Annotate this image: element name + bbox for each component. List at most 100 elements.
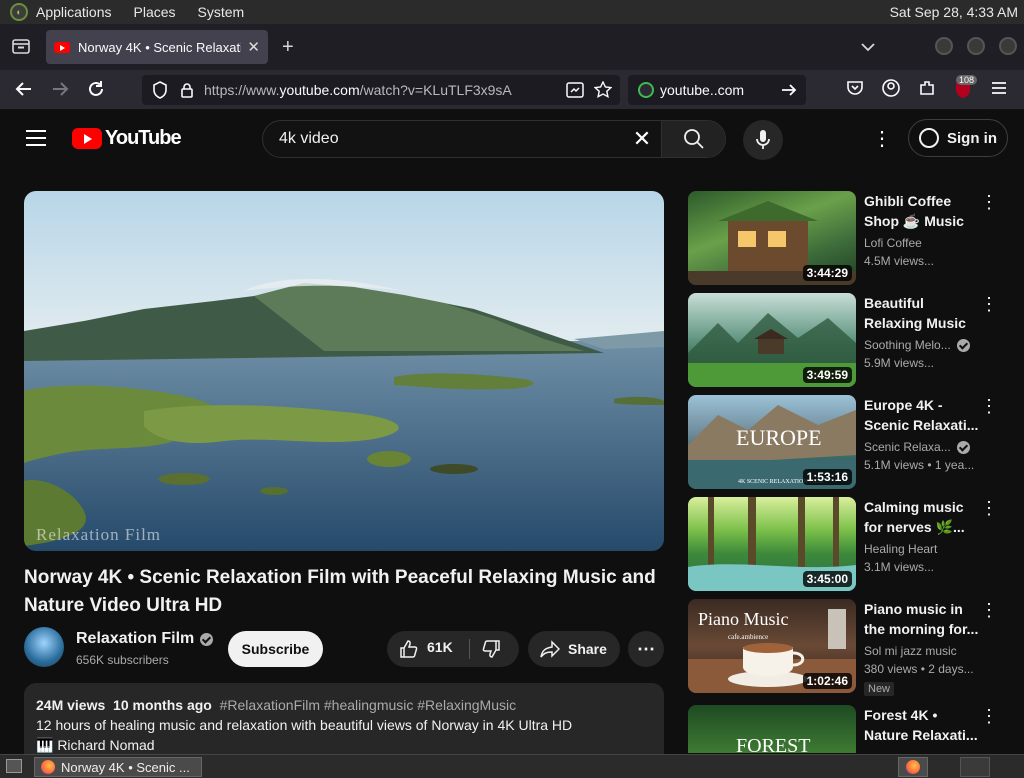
subscriber-count: 656K subscribers xyxy=(76,653,169,667)
new-tab-icon[interactable]: + xyxy=(282,37,294,57)
recommendation-item[interactable]: EUROPE 4K SCENIC RELAXATION FILM 1:53:16… xyxy=(688,395,1018,489)
recommendation-item[interactable]: 3:49:59 Beautiful Relaxing Music ... Soo… xyxy=(688,293,1018,387)
thumbnail-text: EUROPE xyxy=(736,425,822,450)
channel-name-link[interactable]: Relaxation Film xyxy=(76,630,214,648)
hashtags[interactable]: #RelaxationFilm #healingmusic #RelaxingM… xyxy=(220,697,516,713)
tab-title: Norway 4K • Scenic Relaxation xyxy=(78,39,242,55)
recommendation-title: Forest 4K • Nature Relaxati... xyxy=(864,707,978,743)
recommendation-menu-icon[interactable]: ⋮ xyxy=(980,707,998,725)
url-path: /watch?v=KLuTLF3x9sA xyxy=(359,82,512,98)
voice-search-button[interactable] xyxy=(743,120,783,160)
like-button[interactable]: 61K xyxy=(399,639,453,659)
url-domain: youtube.com xyxy=(279,82,360,98)
recommendation-menu-icon[interactable]: ⋮ xyxy=(980,193,998,211)
tab-list-icon[interactable] xyxy=(860,38,876,56)
youtube-header: YouTube ✕ ⋮ Sign in xyxy=(0,110,1024,168)
taskbar-window-button[interactable]: Norway 4K • Scenic ... xyxy=(34,757,202,777)
panel-clock[interactable]: Sat Sep 28, 4:33 AM xyxy=(890,4,1018,20)
workspace-2[interactable] xyxy=(960,757,990,777)
bottom-taskbar: Norway 4K • Scenic ... xyxy=(0,754,1024,778)
recommendation-item[interactable]: FOREST Forest 4K • Nature Relaxati... ⋮ xyxy=(688,705,1018,753)
search-bar[interactable]: youtube..com xyxy=(628,75,806,105)
recommendation-menu-icon[interactable]: ⋮ xyxy=(980,601,998,619)
recommendation-thumbnail[interactable]: 3:45:00 xyxy=(688,497,856,591)
verified-check-icon xyxy=(956,338,970,352)
hamburger-menu-icon[interactable] xyxy=(990,79,1008,102)
recommendation-title: Europe 4K - Scenic Relaxati... xyxy=(864,397,979,433)
recommendation-thumbnail[interactable]: Piano Music cafe.ambience 1:02:46 xyxy=(688,599,856,693)
recommendation-menu-icon[interactable]: ⋮ xyxy=(980,397,998,415)
youtube-search-box: ✕ xyxy=(262,120,726,158)
recommendation-meta: 5.1M views • 1 yea... xyxy=(864,458,975,472)
sign-in-button[interactable]: Sign in xyxy=(908,119,1008,157)
description-line-2: 🎹 Richard Nomad xyxy=(36,737,155,753)
lock-icon[interactable] xyxy=(180,82,194,98)
more-actions-icon[interactable]: ⋯ xyxy=(628,631,664,667)
search-engine-icon[interactable] xyxy=(638,82,654,98)
tracking-shield-icon[interactable] xyxy=(152,81,168,99)
url-bar[interactable]: https://www.youtube.com/watch?v=KLuTLF3x… xyxy=(142,75,620,105)
video-title: Norway 4K • Scenic Relaxation Film with … xyxy=(24,567,656,616)
recommendation-title: Ghibli Coffee Shop ☕ Music t... xyxy=(864,193,964,229)
recommendation-thumbnail[interactable]: EUROPE 4K SCENIC RELAXATION FILM 1:53:16 xyxy=(688,395,856,489)
share-label: Share xyxy=(568,641,607,657)
recommendation-menu-icon[interactable]: ⋮ xyxy=(980,499,998,517)
recommendation-title: Calming music for nerves 🌿... xyxy=(864,499,965,535)
forward-arrow-icon[interactable] xyxy=(50,79,70,104)
bookmark-star-icon[interactable] xyxy=(594,81,612,99)
show-desktop-icon[interactable] xyxy=(6,759,22,773)
dislike-button[interactable] xyxy=(481,639,501,659)
extensions-icon[interactable] xyxy=(918,79,936,102)
back-arrow-icon[interactable] xyxy=(14,79,34,104)
menu-system[interactable]: System xyxy=(198,4,245,20)
recommendation-meta: 3.1M views... xyxy=(864,560,935,574)
close-tab-icon[interactable]: ✕ xyxy=(247,38,260,56)
recommendation-channel-row: Scenic Relaxa... xyxy=(864,440,980,454)
microphone-icon xyxy=(756,130,770,149)
settings-kebab-icon[interactable]: ⋮ xyxy=(872,128,892,152)
search-go-arrow-icon[interactable] xyxy=(780,81,798,99)
tab-bar: Norway 4K • Scenic Relaxation ✕ + xyxy=(0,24,1024,70)
share-arrow-icon xyxy=(540,640,560,658)
account-icon[interactable] xyxy=(882,79,900,102)
description-meta: 24M views 10 months ago #RelaxationFilm … xyxy=(36,695,652,715)
pocket-icon[interactable] xyxy=(846,79,864,102)
description-box[interactable]: 24M views 10 months ago #RelaxationFilm … xyxy=(24,683,664,763)
thumbs-down-icon xyxy=(482,640,500,658)
maximize-window-button[interactable] xyxy=(967,37,985,55)
duration-badge: 3:45:00 xyxy=(802,571,852,587)
thumbnail-subtext: cafe.ambience xyxy=(728,633,769,641)
taskbar-window-title: Norway 4K • Scenic ... xyxy=(61,759,190,775)
recommendation-item[interactable]: Piano Music cafe.ambience 1:02:46 Piano … xyxy=(688,599,1018,696)
tab-overview-icon[interactable] xyxy=(12,38,30,57)
close-window-button[interactable] xyxy=(999,37,1017,55)
recommendation-item[interactable]: 3:44:29 Ghibli Coffee Shop ☕ Music t... … xyxy=(688,191,1018,285)
search-icon xyxy=(683,129,704,149)
recommendation-meta: 380 views • 2 days... xyxy=(864,662,974,676)
menu-applications[interactable]: Applications xyxy=(36,4,112,20)
menu-places[interactable]: Places xyxy=(134,4,176,20)
channel-avatar[interactable] xyxy=(24,627,64,667)
recommendation-thumbnail[interactable]: FOREST xyxy=(688,705,856,753)
youtube-logo[interactable]: YouTube xyxy=(72,127,182,150)
reload-icon[interactable] xyxy=(86,79,106,104)
share-button[interactable]: Share xyxy=(528,631,620,667)
verified-check-icon xyxy=(956,440,970,454)
recommendation-channel: Scenic Relaxa... xyxy=(864,440,951,454)
distro-logo-icon[interactable]: ◐ xyxy=(10,3,28,21)
reader-view-icon[interactable] xyxy=(566,82,584,98)
clear-search-icon[interactable]: ✕ xyxy=(623,121,661,157)
guide-menu-icon[interactable] xyxy=(26,130,46,146)
browser-tab[interactable]: Norway 4K • Scenic Relaxation ✕ xyxy=(46,30,268,64)
recommendation-thumbnail[interactable]: 3:44:29 xyxy=(688,191,856,285)
subscribe-button[interactable]: Subscribe xyxy=(228,631,323,667)
recommendation-item[interactable]: 3:45:00 Calming music for nerves 🌿... He… xyxy=(688,497,1018,591)
upload-age: 10 months ago xyxy=(113,697,212,713)
workspace-switcher[interactable] xyxy=(898,757,928,777)
recommendation-menu-icon[interactable]: ⋮ xyxy=(980,295,998,313)
recommendation-thumbnail[interactable]: 3:49:59 xyxy=(688,293,856,387)
search-button[interactable] xyxy=(661,121,725,157)
youtube-search-input[interactable] xyxy=(263,121,623,157)
video-player[interactable]: Relaxation Film xyxy=(24,191,664,551)
minimize-window-button[interactable] xyxy=(935,37,953,55)
